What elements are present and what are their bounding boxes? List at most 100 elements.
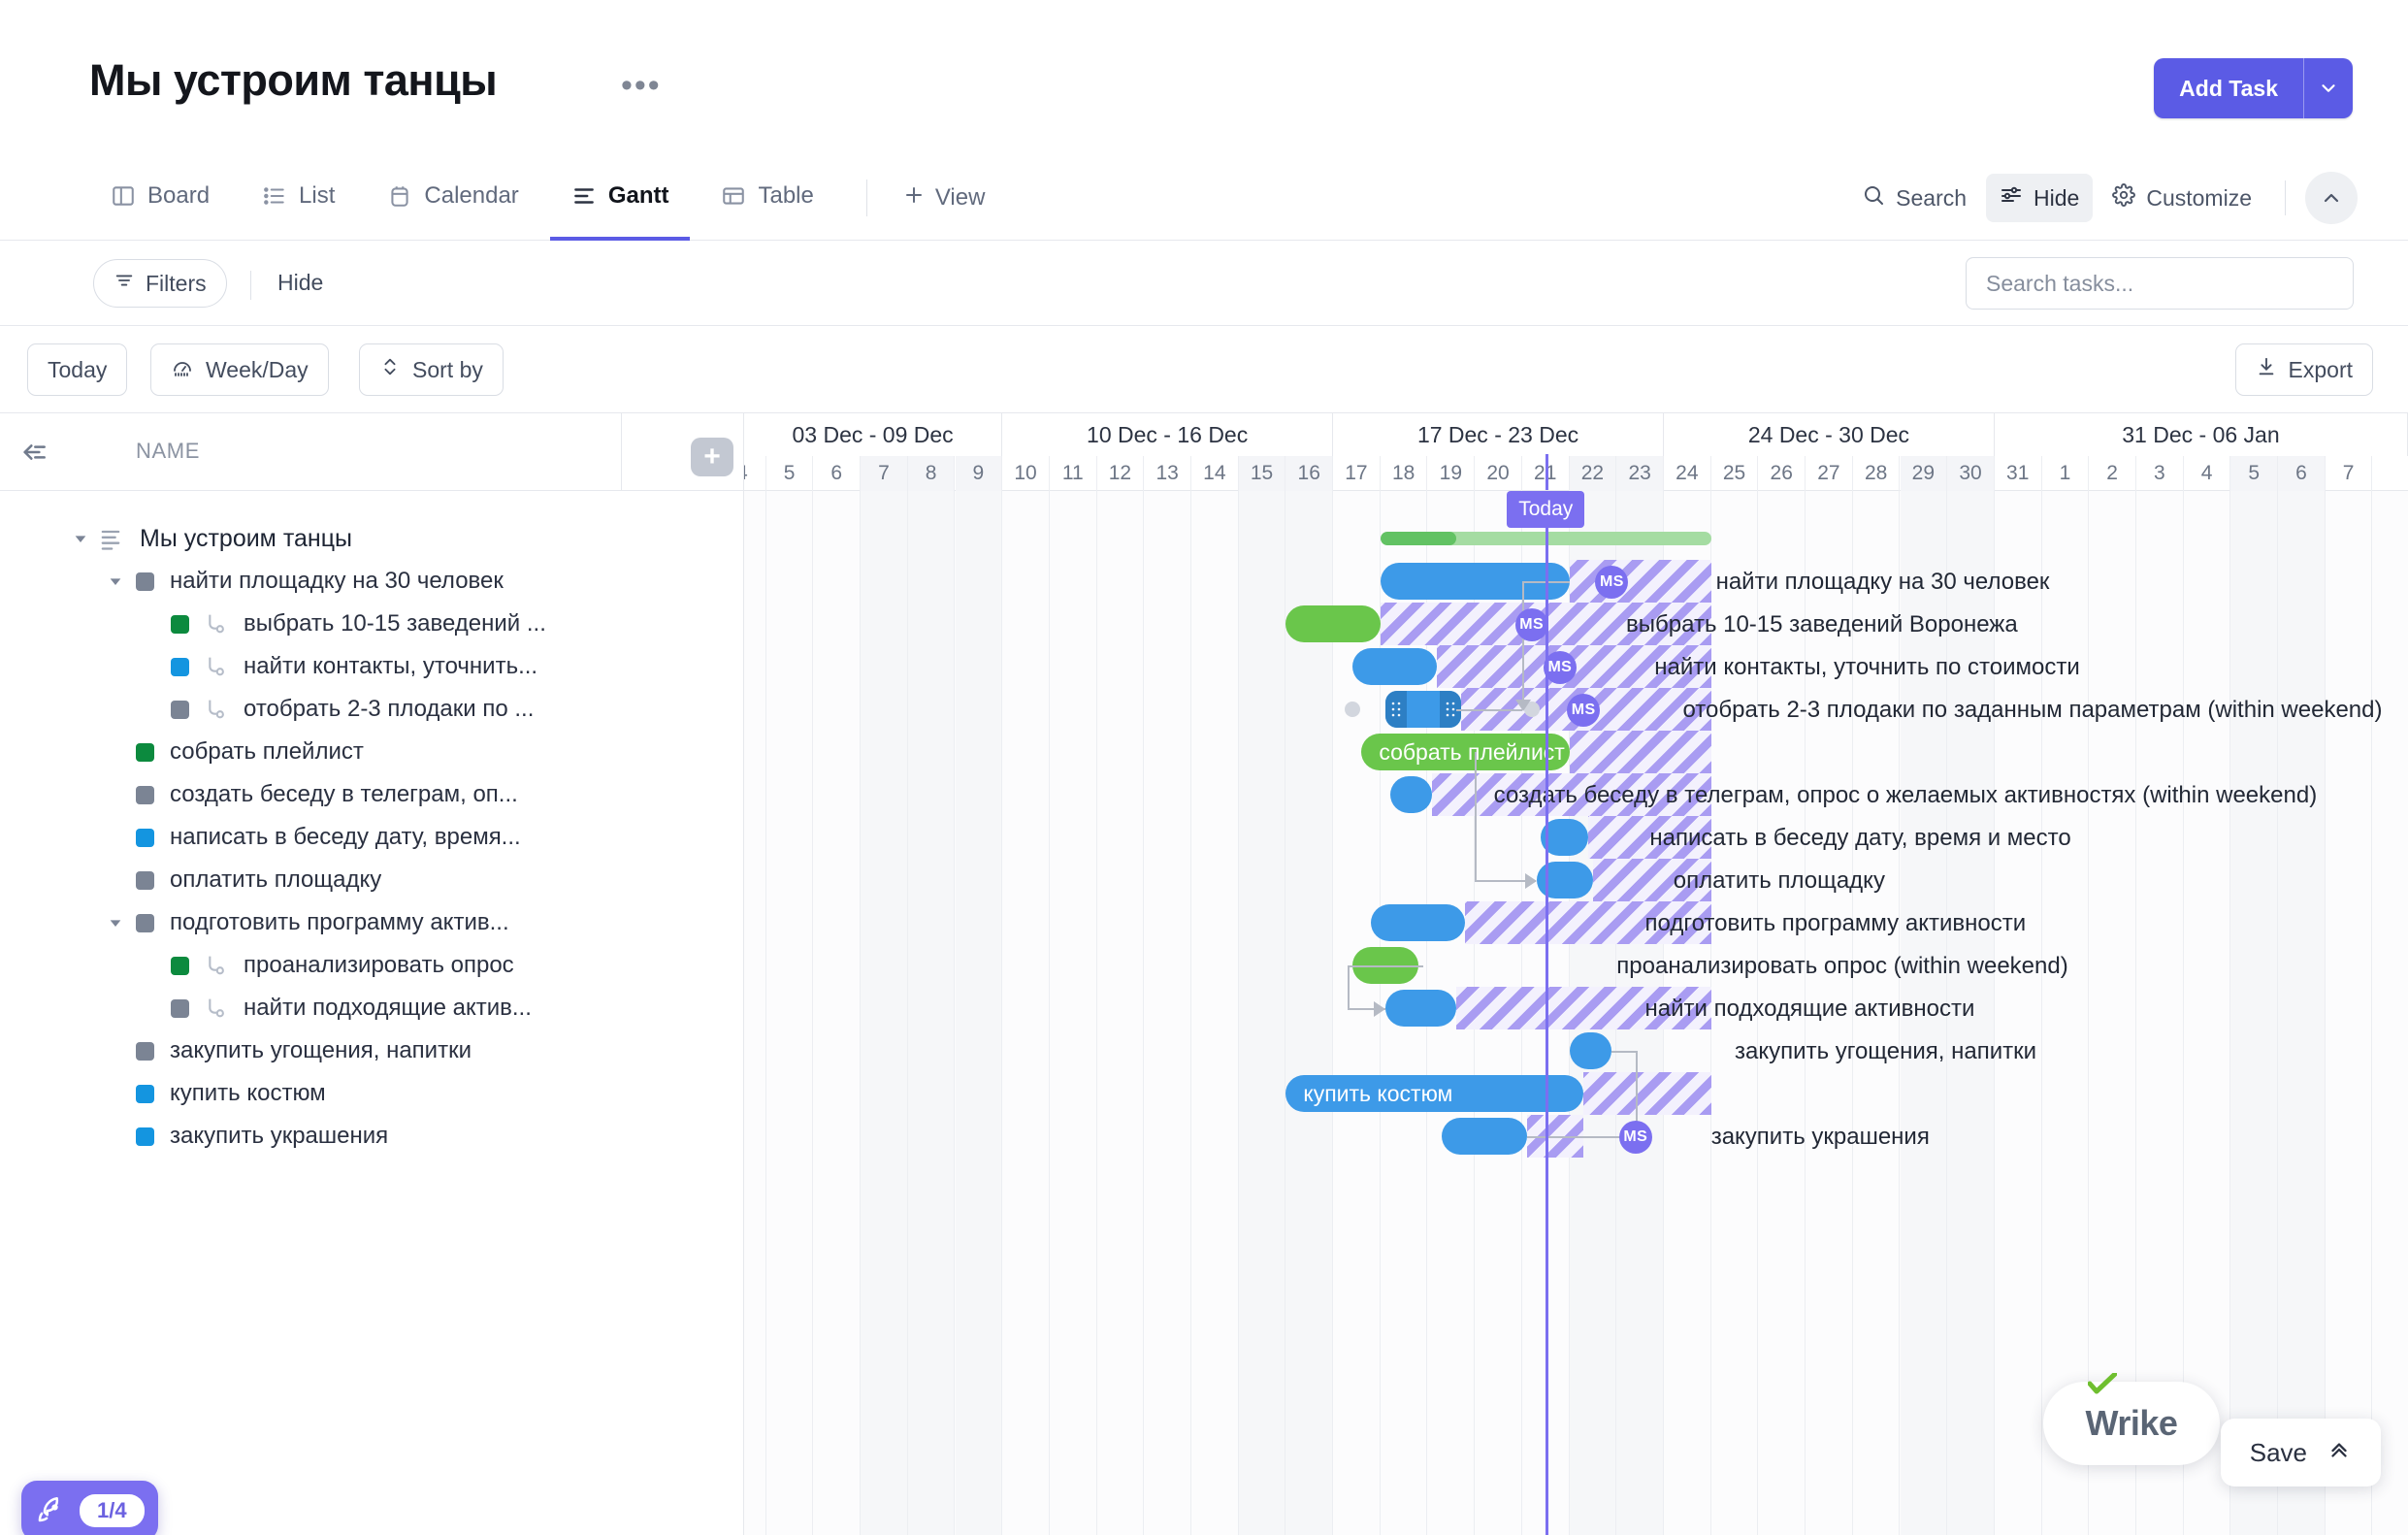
column-divider bbox=[621, 413, 622, 491]
add-column-button[interactable]: + bbox=[691, 438, 733, 476]
task-row[interactable]: подготовить программу актив... bbox=[0, 901, 744, 944]
save-button[interactable]: Save bbox=[2220, 1419, 2381, 1486]
task-row[interactable]: выбрать 10-15 заведений ... bbox=[0, 603, 744, 645]
task-name: найти подходящие актив... bbox=[244, 995, 532, 1021]
task-row[interactable]: закупить украшения bbox=[0, 1115, 744, 1158]
add-task-button-group[interactable]: Add Task bbox=[2154, 58, 2353, 118]
status-swatch[interactable] bbox=[171, 998, 189, 1018]
status-swatch[interactable] bbox=[136, 572, 154, 591]
subtask-icon bbox=[201, 696, 228, 723]
day-header-cell: 29 bbox=[1900, 456, 1948, 491]
gantt-toolbar: Today Week/Day Sort by Export bbox=[0, 326, 2408, 413]
status-swatch[interactable] bbox=[136, 828, 154, 847]
status-swatch[interactable] bbox=[136, 913, 154, 932]
tab-table[interactable]: Table bbox=[700, 155, 834, 241]
collapse-left-icon[interactable] bbox=[17, 437, 50, 468]
status-swatch[interactable] bbox=[136, 742, 154, 762]
task-row[interactable]: найти контакты, уточнить... bbox=[0, 645, 744, 688]
gantt-bar-label: проанализировать опрос (within weekend) bbox=[1616, 953, 2068, 979]
status-swatch[interactable] bbox=[136, 1127, 154, 1146]
row-expand-caret-0[interactable] bbox=[68, 526, 93, 551]
task-row[interactable]: найти площадку на 30 человек bbox=[0, 560, 744, 603]
task-row[interactable]: купить костюм bbox=[0, 1072, 744, 1115]
task-row[interactable]: собрать плейлист bbox=[0, 731, 744, 773]
assignee-avatar[interactable]: MS bbox=[1514, 608, 1548, 641]
week-header-cell: 03 Dec - 09 Dec bbox=[744, 413, 1003, 456]
search-tasks-box[interactable] bbox=[1966, 257, 2354, 310]
chevron-down-icon[interactable] bbox=[2304, 58, 2353, 118]
task-name: отобрать 2-3 плодаки по ... bbox=[244, 696, 535, 722]
view-tabs: Board List Calendar Gantt Table View bbox=[89, 155, 998, 241]
tab-list[interactable]: List bbox=[241, 155, 356, 241]
status-swatch[interactable] bbox=[171, 657, 189, 676]
task-rows: Мы устроим танцы найти площадку на 30 чел… bbox=[0, 491, 744, 1535]
task-row[interactable]: создать беседу в телеграм, оп... bbox=[0, 773, 744, 816]
table-icon bbox=[721, 183, 746, 209]
sort-by-button[interactable]: Sort by bbox=[359, 343, 504, 396]
wrike-check-icon bbox=[2088, 1373, 2117, 1394]
today-line-header bbox=[1546, 454, 1549, 490]
status-swatch[interactable] bbox=[171, 700, 189, 719]
search-input[interactable] bbox=[1986, 270, 2333, 297]
gantt-bar-label: выбрать 10-15 заведений Воронежа bbox=[1626, 611, 2018, 637]
hide-button[interactable]: Hide bbox=[1986, 174, 2094, 222]
onboarding-progress-badge[interactable]: 1/4 bbox=[21, 1481, 158, 1535]
task-name: закупить украшения bbox=[170, 1123, 389, 1149]
day-header-cell: 8 bbox=[907, 456, 956, 491]
add-view-button[interactable]: View bbox=[889, 183, 999, 213]
search-button[interactable]: Search bbox=[1848, 174, 1980, 222]
ellipsis-icon[interactable]: ••• bbox=[621, 69, 662, 102]
project-row[interactable]: Мы устроим танцы bbox=[0, 517, 744, 560]
tab-board[interactable]: Board bbox=[89, 155, 231, 241]
day-header-cell: 31 bbox=[1995, 456, 2042, 491]
timescale-icon bbox=[171, 355, 194, 384]
day-header-cell: 12 bbox=[1097, 456, 1145, 491]
task-row[interactable]: отобрать 2-3 плодаки по ... bbox=[0, 688, 744, 731]
day-header-cell: 4 bbox=[2184, 456, 2231, 491]
row-expand-caret-9[interactable] bbox=[103, 910, 128, 935]
task-row[interactable]: оплатить площадку bbox=[0, 859, 744, 901]
task-row[interactable]: проанализировать опрос bbox=[0, 944, 744, 987]
status-swatch[interactable] bbox=[136, 1084, 154, 1103]
zoom-scale-button[interactable]: Week/Day bbox=[150, 343, 329, 396]
add-view-label: View bbox=[934, 184, 986, 211]
task-row[interactable]: найти подходящие актив... bbox=[0, 987, 744, 1029]
export-button[interactable]: Export bbox=[2234, 343, 2373, 396]
tab-gantt[interactable]: Gantt bbox=[549, 155, 691, 241]
gantt-bar-label: отобрать 2-3 плодаки по заданным парамет… bbox=[1682, 697, 2383, 723]
status-swatch[interactable] bbox=[171, 614, 189, 634]
status-swatch[interactable] bbox=[136, 785, 154, 804]
tab-calendar-label: Calendar bbox=[424, 182, 519, 209]
task-row[interactable]: закупить угощения, напитки bbox=[0, 1029, 744, 1072]
status-swatch[interactable] bbox=[136, 1041, 154, 1061]
timeline-header: 03 Dec - 09 Dec 10 Dec - 16 Dec 17 Dec - 2… bbox=[744, 413, 2408, 491]
day-header-cell: 17 bbox=[1333, 456, 1381, 491]
tab-calendar[interactable]: Calendar bbox=[366, 155, 539, 241]
assignee-avatar[interactable]: MS bbox=[1567, 694, 1601, 727]
add-task-button[interactable]: Add Task bbox=[2154, 58, 2304, 118]
task-name: создать беседу в телеграм, оп... bbox=[170, 781, 518, 807]
today-button[interactable]: Today bbox=[27, 343, 128, 396]
tabs-divider bbox=[865, 180, 867, 216]
day-header-cell: 23 bbox=[1616, 456, 1664, 491]
timeline-body[interactable]: MS найти площадку на 30 человек MS выбрать … bbox=[744, 491, 2408, 1535]
assignee-avatar[interactable]: MS bbox=[1618, 1121, 1652, 1154]
plus-icon bbox=[902, 183, 926, 213]
gantt-bar-label: закупить угощения, напитки bbox=[1735, 1038, 2037, 1064]
row-expand-caret-1[interactable] bbox=[103, 569, 128, 594]
customize-button[interactable]: Customize bbox=[2099, 174, 2265, 222]
day-header-cell: 25 bbox=[1711, 456, 1759, 491]
filters-button[interactable]: Filters bbox=[93, 259, 227, 308]
collapse-header-button[interactable] bbox=[2305, 172, 2358, 224]
tools-divider bbox=[2285, 180, 2286, 215]
task-name: найти контакты, уточнить... bbox=[244, 653, 538, 679]
day-header-cell: 16 bbox=[1285, 456, 1334, 491]
task-row[interactable]: написать в беседу дату, время... bbox=[0, 816, 744, 859]
filters-hide-link[interactable]: Hide bbox=[277, 270, 323, 296]
status-swatch[interactable] bbox=[136, 870, 154, 890]
week-header-cell: 10 Dec - 16 Dec bbox=[1002, 413, 1334, 456]
status-swatch[interactable] bbox=[171, 956, 189, 975]
day-header-cell: 28 bbox=[1853, 456, 1901, 491]
day-header-cell: 13 bbox=[1144, 456, 1191, 491]
dependency-link bbox=[744, 491, 2408, 1535]
